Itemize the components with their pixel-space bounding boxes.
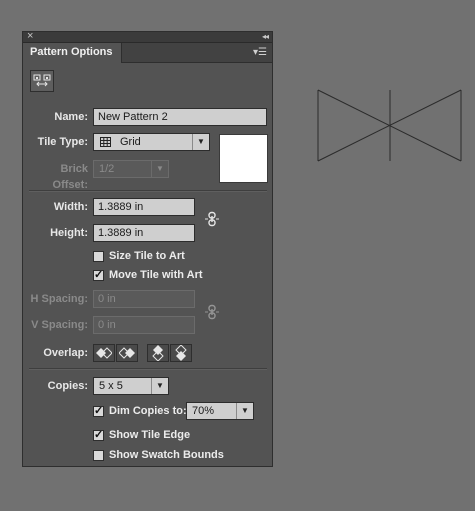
show-swatch-bounds-label: Show Swatch Bounds: [109, 449, 224, 461]
overlap-right-icon: [119, 347, 135, 359]
pattern-options-panel: × ◂◂ Pattern Options ▾☰ Name: New Patter…: [22, 29, 273, 467]
chevron-down-icon: ▼: [192, 134, 209, 150]
brick-offset-dropdown[interactable]: 1/2 ▼: [93, 160, 169, 178]
dim-copies-label: Dim Copies to:: [109, 405, 187, 417]
overlap-label: Overlap:: [43, 347, 88, 359]
size-tile-to-art-checkbox[interactable]: Size Tile to Art: [93, 249, 185, 263]
overlap-bottom-icon: [175, 345, 187, 361]
move-tile-with-art-checkbox[interactable]: Move Tile with Art: [93, 268, 203, 282]
h-spacing-label: H Spacing:: [30, 293, 88, 305]
dim-copies-dropdown[interactable]: 70% ▼: [186, 402, 254, 420]
copies-dropdown[interactable]: 5 x 5 ▼: [93, 377, 169, 395]
link-spacing-icon[interactable]: [205, 304, 221, 320]
divider: [29, 190, 267, 192]
panel-tabbar: Pattern Options ▾☰: [23, 43, 272, 63]
dim-copies-checkbox[interactable]: Dim Copies to:: [93, 404, 187, 418]
panel-menu-icon[interactable]: ▾☰: [253, 47, 267, 58]
grid-tile-icon: [100, 137, 111, 147]
move-tile-with-art-label: Move Tile with Art: [109, 269, 203, 281]
brick-offset-value: 1/2: [99, 163, 115, 175]
tile-type-label: Tile Type:: [37, 136, 88, 148]
show-tile-edge-checkbox[interactable]: Show Tile Edge: [93, 428, 190, 442]
dim-copies-value: 70%: [192, 405, 215, 417]
tile-edit-icon: [33, 74, 51, 87]
chevron-down-icon: ▼: [151, 378, 168, 394]
overlap-right-in-front-button[interactable]: [116, 344, 138, 362]
tab-pattern-options[interactable]: Pattern Options: [23, 43, 122, 63]
copies-label: Copies:: [47, 380, 88, 392]
copies-value: 5 x 5: [99, 380, 123, 392]
name-label: Name:: [54, 111, 88, 123]
overlap-left-in-front-button[interactable]: [93, 344, 115, 362]
checkbox-box[interactable]: [93, 428, 104, 442]
link-proportions-icon[interactable]: [205, 211, 221, 227]
tile-preview-swatch: [219, 134, 268, 183]
close-icon[interactable]: ×: [27, 29, 33, 43]
width-label: Width:: [53, 201, 88, 213]
tile-type-value: Grid: [120, 136, 141, 148]
bowtie-shape[interactable]: [317, 89, 462, 162]
v-spacing-label: V Spacing:: [31, 319, 88, 331]
collapse-icon[interactable]: ◂◂: [262, 30, 269, 44]
overlap-bottom-in-front-button[interactable]: [170, 344, 192, 362]
height-field[interactable]: 1.3889 in: [93, 224, 195, 242]
chevron-down-icon: ▼: [236, 403, 253, 419]
show-tile-edge-label: Show Tile Edge: [109, 429, 191, 441]
checkbox-box[interactable]: [93, 250, 104, 262]
show-swatch-bounds-checkbox[interactable]: Show Swatch Bounds: [93, 448, 224, 462]
overlap-top-in-front-button[interactable]: [147, 344, 169, 362]
height-label: Height:: [50, 227, 88, 239]
name-field[interactable]: New Pattern 2: [93, 108, 267, 126]
pattern-tile-tool-button[interactable]: [30, 70, 54, 92]
overlap-top-icon: [152, 345, 164, 361]
h-spacing-field[interactable]: 0 in: [93, 290, 195, 308]
overlap-left-icon: [96, 347, 112, 359]
divider: [29, 368, 267, 370]
tile-type-dropdown[interactable]: Grid ▼: [93, 133, 210, 151]
brick-offset-label: Brick Offset:: [52, 163, 88, 191]
v-spacing-field[interactable]: 0 in: [93, 316, 195, 334]
chevron-down-icon: ▼: [151, 161, 168, 177]
checkbox-box[interactable]: [93, 449, 104, 461]
panel-titlebar[interactable]: × ◂◂: [23, 29, 272, 44]
checkbox-box[interactable]: [93, 404, 104, 418]
width-field[interactable]: 1.3889 in: [93, 198, 195, 216]
size-tile-to-art-label: Size Tile to Art: [109, 250, 185, 262]
checkbox-box[interactable]: [93, 268, 104, 282]
